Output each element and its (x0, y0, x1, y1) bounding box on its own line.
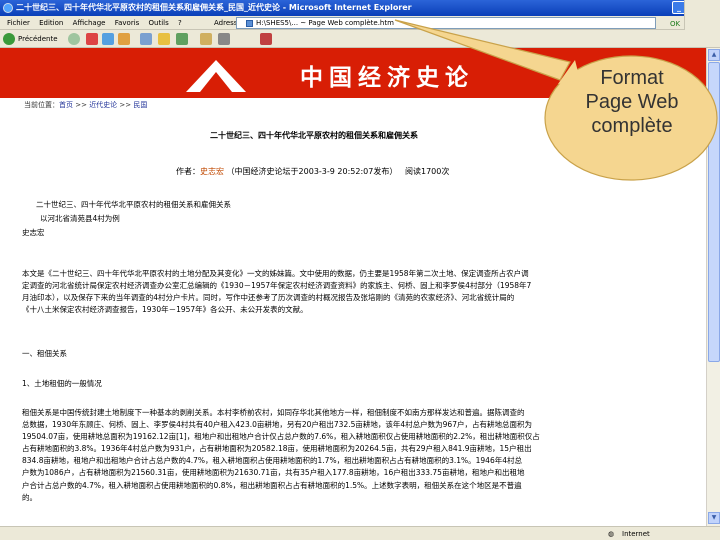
ie-window: 二十世纪三、四十年代华北平原农村的租佃关系和雇佣关系_民国_近代史论 - Mic… (0, 0, 720, 540)
menu-file[interactable]: Fichier (7, 19, 30, 27)
breadcrumb-sep: >> (117, 101, 134, 109)
article-subtitle-2: 以河北省清苑县4村为例 (40, 214, 120, 223)
toolbar: Précédente (0, 30, 720, 48)
page-content: 中国经济史论 当前位置：首页 >> 近代史论 >> 民国 二十世纪三、四十年代华… (0, 48, 706, 526)
favorites-icon[interactable] (158, 33, 170, 45)
text-line: 的。 (22, 492, 37, 502)
history-icon[interactable] (176, 33, 188, 45)
scroll-thumb[interactable] (708, 62, 720, 362)
breadcrumb-current[interactable]: 民国 (133, 101, 147, 109)
address-input[interactable]: H:\SHES5\... ~ Page Web complète.htm (236, 17, 656, 29)
menu-tools[interactable]: Outils (149, 19, 169, 27)
scroll-down-icon[interactable]: ▼ (708, 512, 720, 524)
text-line: 19504.07亩，使用耕地总面积为19162.12亩[1]，租地户和出租地户合… (22, 432, 540, 442)
breadcrumb: 当前位置：首页 >> 近代史论 >> 民国 (24, 100, 147, 110)
back-button-label[interactable]: Précédente (18, 30, 58, 48)
breadcrumb-prefix: 当前位置： (24, 101, 59, 109)
read-count: 阅读1700次 (404, 167, 450, 176)
body-paragraph: 租佃关系是中国传统封建土地制度下一种基本的剥削关系。本村李桥前农村，如同存华北其… (22, 407, 700, 504)
vertical-scrollbar[interactable]: ▲ ▼ (706, 48, 720, 526)
menu-favorites[interactable]: Favoris (115, 19, 140, 27)
text-line: 定调查的河北省统计局保定农村经济调查办公室汇总编辑的《1930－1957年保定农… (22, 281, 532, 291)
author-link[interactable]: 史志宏 (200, 167, 224, 176)
text-line: 月油印本），以及保存下来的当年调查的4村分户卡片。同时，写作中还参考了历次调查的… (22, 293, 515, 303)
globe-icon: ◍ (608, 530, 615, 538)
windows-logo-icon (684, 0, 720, 30)
page-icon (246, 20, 253, 27)
banner-logo-inner (200, 72, 232, 92)
article-subtitle: 二十世纪三、四十年代华北平原农村的租佃关系和雇佣关系 (36, 200, 231, 209)
text-line: 834.8亩耕地，租地户和出租地户合计占总户数的4.7%，租入耕地面积占使用耕地… (22, 456, 522, 466)
page-title: 二十世纪三、四十年代华北平原农村的租佃关系和雇佣关系 (210, 131, 418, 140)
text-line: 租佃关系是中国传统封建土地制度下一种基本的剥削关系。本村李桥前农村，如同存华北其… (22, 408, 525, 417)
window-title: 二十世纪三、四十年代华北平原农村的租佃关系和雇佣关系_民国_近代史论 - Mic… (16, 3, 412, 12)
edit-icon[interactable] (260, 33, 272, 45)
search-icon[interactable] (140, 33, 152, 45)
address-value: H:\SHES5\... ~ Page Web complète.htm (256, 19, 394, 27)
breadcrumb-sep: >> (73, 101, 90, 109)
text-line: 占有耕地面积的3.8%。1936年4村总户数为931户，占有耕地面积为20582… (22, 444, 532, 454)
section-heading: 一、租佃关系 (22, 349, 67, 358)
intro-paragraph: 本文是《二十世纪三、四十年代华北平原农村的土地分配及其变化》一文的姊妹篇。文中使… (22, 268, 700, 316)
scroll-up-icon[interactable]: ▲ (708, 49, 720, 61)
title-bar: 二十世纪三、四十年代华北平原农村的租佃关系和雇佣关系_民国_近代史论 - Mic… (0, 0, 720, 16)
site-banner: 中国经济史论 (0, 48, 706, 98)
text-line: 《十八土米保定农村经济调查报告，1930年－1957年》各公开、未公开发表的文献… (22, 305, 308, 315)
status-bar: ◍ Internet (0, 526, 720, 540)
back-icon[interactable] (3, 33, 15, 45)
menu-bar: Fichier Edition Affichage Favoris Outils… (0, 16, 720, 30)
text-line: 户数为1086户，占有耕地面积为21560.31亩，使用耕地面积为21630.7… (22, 468, 525, 478)
article-author-line: 史志宏 (22, 228, 45, 237)
ie-logo-icon (3, 3, 13, 13)
breadcrumb-home[interactable]: 首页 (59, 101, 73, 109)
breadcrumb-section[interactable]: 近代史论 (89, 101, 117, 109)
mail-icon[interactable] (200, 33, 212, 45)
print-icon[interactable] (218, 33, 230, 45)
stop-icon[interactable] (86, 33, 98, 45)
text-line: 本文是《二十世纪三、四十年代华北平原农村的土地分配及其变化》一文的姊妹篇。文中使… (22, 269, 529, 278)
text-line: 户合计占总户数的4.7%，租入耕地面积占使用耕地面积的0.8%，租出耕地面积占占… (22, 480, 522, 490)
banner-title: 中国经济史论 (300, 64, 474, 91)
menu-help[interactable]: ? (178, 19, 182, 27)
text-line: 总数据，1930年东顾庄、何桥、固上、李罗侯4村共有40户租入423.0亩耕地，… (22, 420, 532, 430)
refresh-icon[interactable] (102, 33, 114, 45)
menu-view[interactable]: Affichage (73, 19, 106, 27)
go-button[interactable]: OK (670, 17, 680, 31)
article-meta: 作者：史志宏 （中国经济史论坛于2003-3-9 20:52:07发布） 阅读1… (176, 166, 449, 177)
menu-edit[interactable]: Edition (39, 19, 63, 27)
author-prefix: 作者： (176, 167, 200, 176)
publish-info: （中国经济史论坛于2003-3-9 20:52:07发布） (226, 167, 398, 176)
forward-icon[interactable] (68, 33, 80, 45)
home-icon[interactable] (118, 33, 130, 45)
subsection-heading: 1、土地租佃的一般情况 (22, 379, 102, 388)
zone-label: Internet (622, 530, 650, 538)
